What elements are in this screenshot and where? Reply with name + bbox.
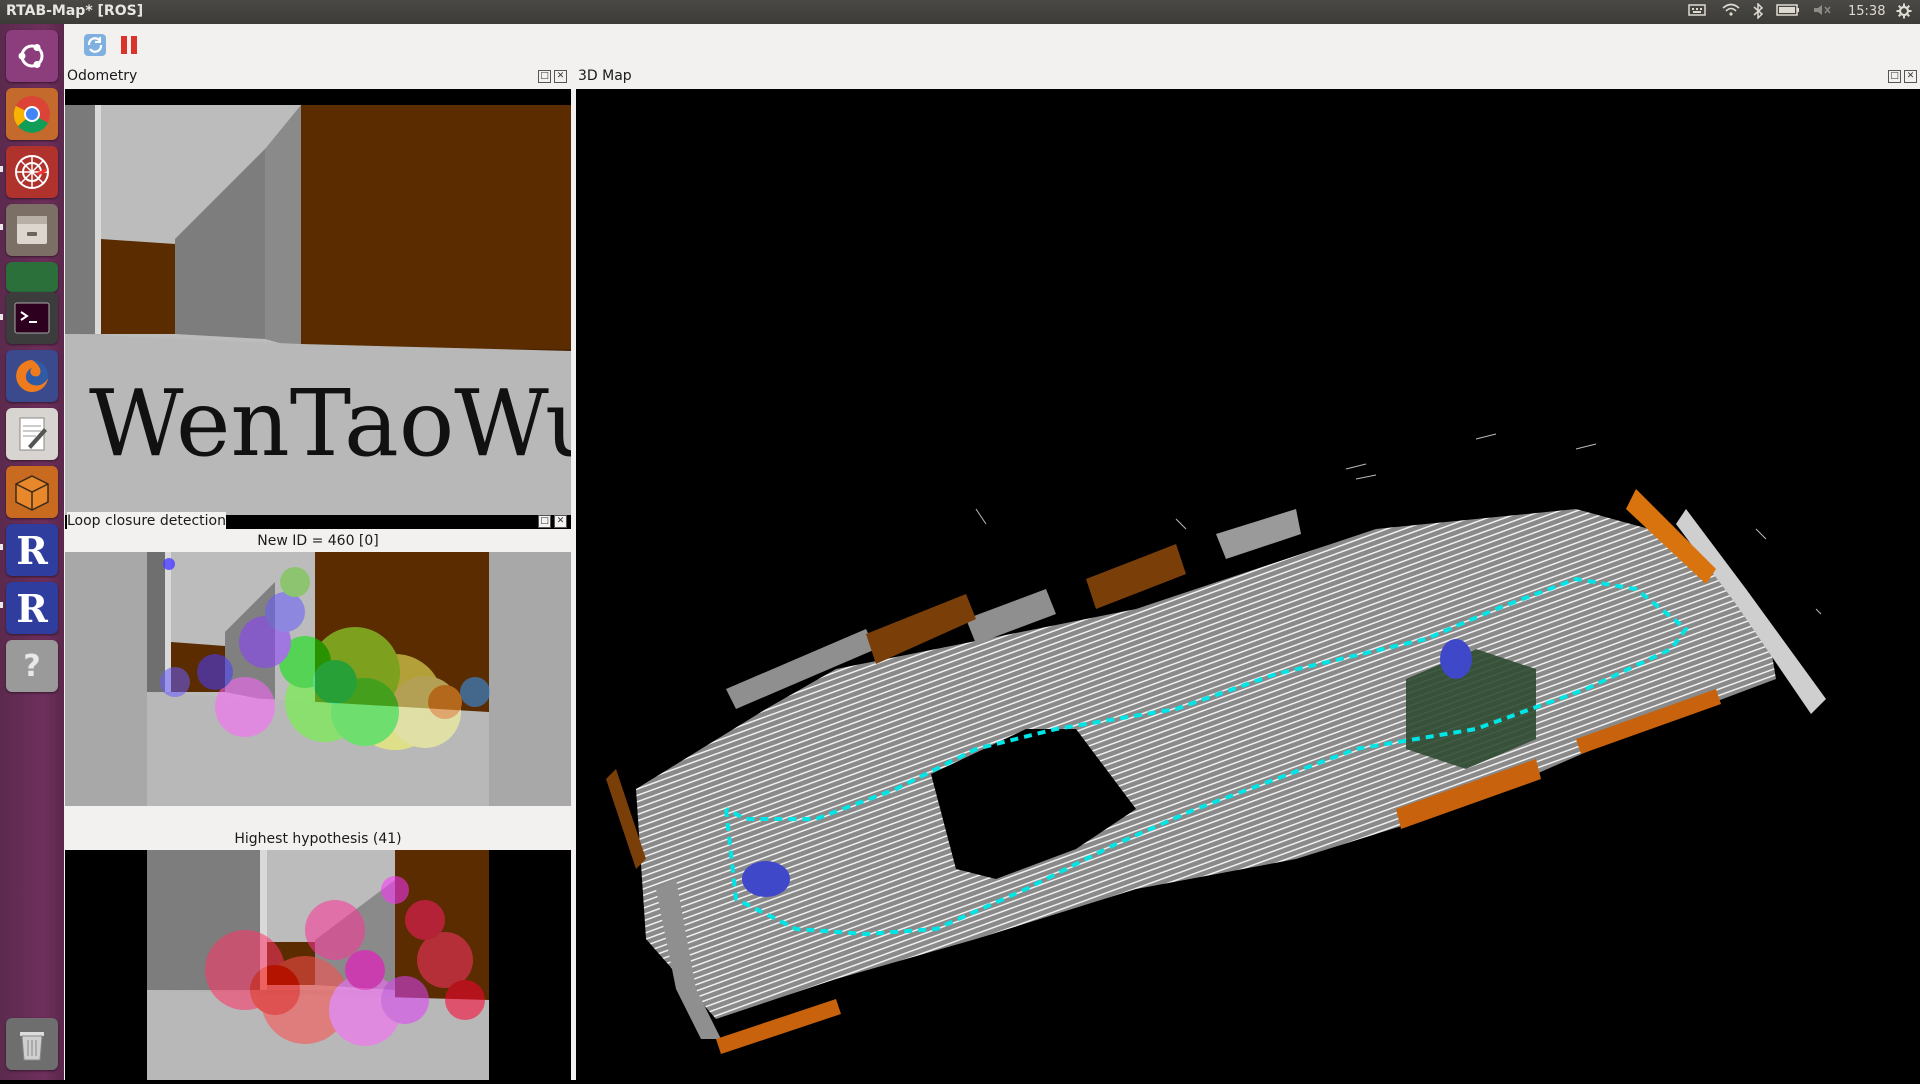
loop-closure-dock-title: Loop closure detection: [67, 512, 226, 530]
new-id-caption: New ID = 460 [0]: [257, 533, 379, 549]
odometry-float-button[interactable]: □: [538, 70, 551, 83]
refresh-button[interactable]: [82, 32, 108, 58]
battery-icon[interactable]: [1776, 3, 1800, 21]
odometry-close-button[interactable]: ✕: [554, 70, 567, 83]
volume-muted-icon[interactable]: [1812, 3, 1832, 21]
running-indicator: [0, 314, 3, 320]
launcher: R R ?: [0, 24, 65, 1080]
files-icon[interactable]: [6, 204, 58, 256]
bluetooth-icon[interactable]: [1752, 2, 1764, 21]
refresh-icon: [84, 34, 106, 56]
loop-closure-panel: New ID = 460 [0] Highest hypothesis (41): [65, 532, 571, 1080]
odometry-camera-image: WenTaoWu: [65, 105, 604, 515]
odometry-watermark: WenTaoWu: [89, 370, 571, 477]
running-indicator: [0, 224, 3, 230]
text-editor-icon[interactable]: [6, 408, 58, 460]
map3d-dock-title: 3D Map: [578, 68, 632, 84]
ubuntu-dash-icon[interactable]: [6, 30, 58, 82]
terminal-icon[interactable]: [6, 292, 58, 344]
running-indicator: [0, 602, 3, 608]
help-icon[interactable]: ?: [6, 640, 58, 692]
odometry-dock-title: Odometry: [67, 68, 138, 84]
odometry-view[interactable]: WenTaoWu: [65, 89, 604, 529]
new-id-image[interactable]: [65, 552, 571, 806]
map3d-float-button[interactable]: □: [1888, 70, 1901, 83]
toolbar: [64, 24, 1920, 68]
map3d-close-button[interactable]: ✕: [1904, 70, 1917, 83]
pause-button[interactable]: [116, 32, 142, 58]
chrome-icon[interactable]: [6, 88, 58, 140]
trash-icon[interactable]: [6, 1018, 58, 1070]
map3d-view[interactable]: [576, 89, 1920, 1080]
loop-close-button[interactable]: ✕: [554, 515, 567, 528]
keyboard-icon[interactable]: [1688, 3, 1706, 21]
rviz-icon[interactable]: [6, 146, 58, 198]
top-panel: RTAB-Map* [ROS] 15:38: [0, 0, 1920, 24]
system-gear-icon[interactable]: [1896, 3, 1912, 21]
highest-hypothesis-caption: Highest hypothesis (41): [234, 831, 402, 847]
rtabmap-window: Odometry □ ✕ WenTaoWu Loop closure detec…: [64, 24, 1920, 1080]
firefox-icon[interactable]: [6, 350, 58, 402]
window-title: RTAB-Map* [ROS]: [6, 3, 144, 19]
box-icon[interactable]: [6, 466, 58, 518]
r-app-icon[interactable]: R: [6, 582, 58, 634]
point-cloud-map: [606, 433, 1826, 1054]
loop-float-button[interactable]: □: [538, 515, 551, 528]
r-app-icon[interactable]: R: [6, 524, 58, 576]
clock[interactable]: 15:38: [1848, 3, 1885, 21]
wifi-icon[interactable]: [1722, 3, 1740, 21]
running-indicator: [0, 166, 3, 172]
app-icon[interactable]: [6, 262, 58, 292]
running-indicator: [0, 544, 3, 550]
pause-icon: [121, 36, 137, 54]
hypothesis-image[interactable]: [65, 850, 571, 1080]
